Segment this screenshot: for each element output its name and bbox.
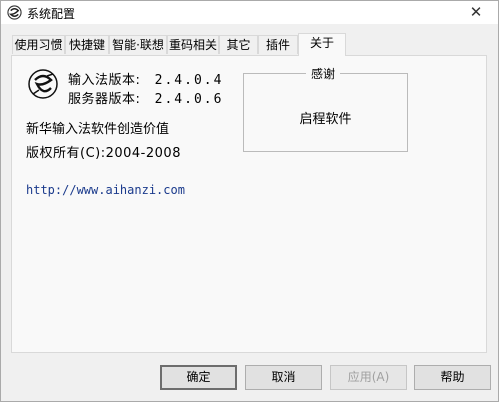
- app-logo-icon: [7, 5, 22, 20]
- title-bar[interactable]: 系统配置 ✕: [1, 1, 498, 24]
- server-version-label: 服务器版本:: [68, 92, 141, 107]
- slogan-text: 新华输入法软件创造价值: [26, 122, 170, 137]
- ime-version-value: 2.4.0.4: [154, 73, 224, 88]
- window-title: 系统配置: [27, 7, 76, 21]
- tab-bar: 使用习惯 快捷键 智能·联想 重码相关 其它 插件 关于: [12, 33, 492, 56]
- cancel-button[interactable]: 取消: [245, 365, 322, 390]
- tab-shortcuts[interactable]: 快捷键: [65, 35, 109, 54]
- tab-other[interactable]: 其它: [219, 35, 258, 54]
- copyright-text: 版权所有(C):2004-2008: [26, 146, 181, 161]
- ime-version-row: 输入法版本: 2.4.0.4: [68, 69, 223, 88]
- tab-duplicate-codes[interactable]: 重码相关: [167, 35, 219, 54]
- help-button[interactable]: 帮助: [414, 365, 491, 390]
- thanks-text: 启程软件: [299, 112, 352, 127]
- about-panel: 输入法版本: 2.4.0.4 服务器版本: 2.4.0.6 新华输入法软件创造价…: [11, 55, 487, 353]
- ok-button[interactable]: 确定: [160, 365, 237, 390]
- thanks-group-title: 感谢: [306, 65, 341, 82]
- tab-plugins[interactable]: 插件: [258, 35, 298, 54]
- tab-about[interactable]: 关于: [298, 33, 346, 56]
- server-version-value: 2.4.0.6: [154, 92, 224, 107]
- ime-version-label: 输入法版本:: [68, 73, 141, 88]
- tab-usage-habits[interactable]: 使用习惯: [12, 35, 65, 54]
- apply-button[interactable]: 应用(A): [330, 365, 407, 390]
- product-logo-icon: [28, 69, 58, 99]
- server-version-row: 服务器版本: 2.4.0.6: [68, 88, 223, 107]
- close-icon: ✕: [469, 3, 483, 21]
- thanks-group: 感谢 启程软件: [243, 65, 408, 152]
- website-link[interactable]: http://www.aihanzi.com: [26, 183, 185, 197]
- config-window: 系统配置 ✕ 使用习惯 快捷键 智能·联想 重码相关 其它 插件 关于 输入法版…: [0, 0, 499, 402]
- close-button[interactable]: ✕: [454, 1, 498, 24]
- tab-smart-association[interactable]: 智能·联想: [109, 35, 167, 54]
